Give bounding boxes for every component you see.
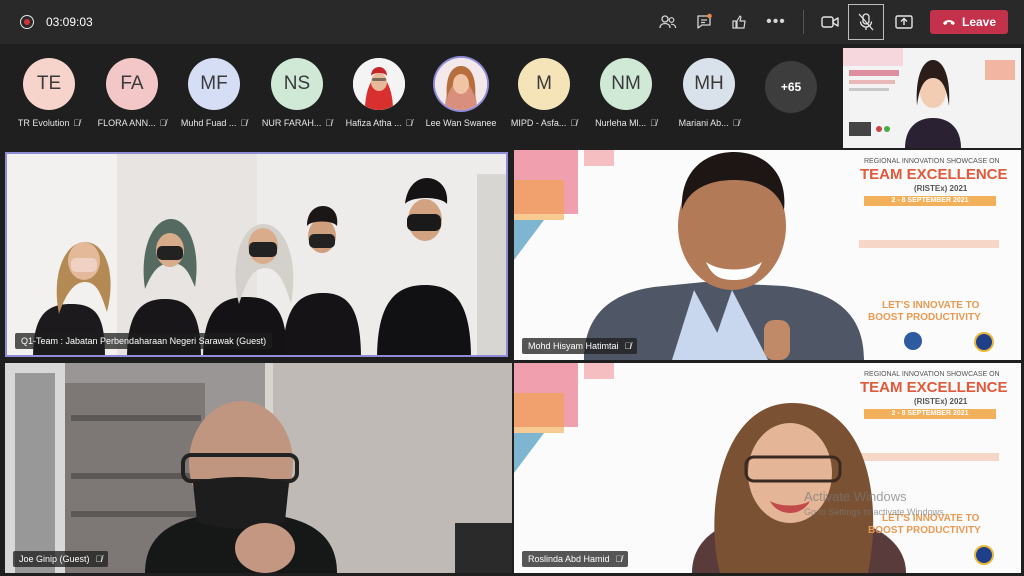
camera-button[interactable] xyxy=(816,8,844,36)
tile-label: Q1-Team : Jabatan Perbendaharaan Negeri … xyxy=(15,333,273,349)
video-tile-roslinda[interactable]: REGIONAL INNOVATION SHOWCASE ON TEAM EXC… xyxy=(514,363,1021,573)
avatar: M xyxy=(518,58,570,110)
banner-subtitle: (RISTEx) 2021 xyxy=(914,397,968,406)
share-icon xyxy=(895,15,913,29)
activate-windows-subtitle: Go to Settings to activate Windows. xyxy=(804,507,947,517)
mic-off-icon: 🎙̸ xyxy=(570,118,578,128)
participant-name: Nurleha Ml... xyxy=(595,118,647,128)
mic-off-icon: 🎙̸ xyxy=(95,554,103,564)
avatar: MH xyxy=(683,58,735,110)
participant-name: TR Evolution xyxy=(17,118,70,128)
participant-mariani[interactable]: MH Mariani Ab... 🎙̸ xyxy=(669,58,749,128)
participant-nur-farah[interactable]: NS NUR FARAH... 🎙̸ xyxy=(257,58,337,128)
avatar: NM xyxy=(600,58,652,110)
video-tile-mohd-hisyam[interactable]: REGIONAL INNOVATION SHOWCASE ON TEAM EXC… xyxy=(514,150,1021,360)
leave-label: Leave xyxy=(961,15,997,29)
mic-off-icon: 🎙̸ xyxy=(325,118,333,128)
more-options-button[interactable]: ••• xyxy=(762,8,790,36)
banner-title: TEAM EXCELLENCE xyxy=(860,166,1008,183)
mic-off-icon: 🎙̸ xyxy=(732,118,740,128)
avatar: MF xyxy=(188,58,240,110)
recording-icon xyxy=(20,15,34,29)
banner-dates: 2 - 8 SEPTEMBER 2021 xyxy=(864,409,996,419)
participant-tr-evolution[interactable]: TE TR Evolution 🎙̸ xyxy=(9,58,89,128)
banner-tagline-2: BOOST PRODUCTIVITY xyxy=(868,312,981,323)
self-video-preview[interactable] xyxy=(843,48,1021,148)
avatar: FA xyxy=(106,58,158,110)
leave-button[interactable]: Leave xyxy=(930,10,1008,34)
participant-name: Joe Ginip (Guest) xyxy=(19,554,90,564)
avatar-photo xyxy=(353,58,405,110)
banner-title: TEAM EXCELLENCE xyxy=(860,379,1008,396)
meeting-toolbar: 03:09:03 ••• Leave xyxy=(0,0,1024,44)
logo xyxy=(974,545,994,565)
participant-mipd[interactable]: M MIPD - Asfa... 🎙̸ xyxy=(504,58,584,128)
participant-name: MIPD - Asfa... xyxy=(510,118,567,128)
participant-name: Hafiza Atha ... xyxy=(345,118,402,128)
mic-off-icon: 🎙̸ xyxy=(159,118,167,128)
mic-off-icon: 🎙̸ xyxy=(650,118,657,128)
mic-button[interactable] xyxy=(848,4,884,40)
chat-icon xyxy=(697,13,712,29)
camera-icon xyxy=(821,16,839,28)
mic-off-icon: 🎙̸ xyxy=(73,118,81,128)
hang-up-icon xyxy=(942,20,955,25)
participant-name: Lee Wan Swanee xyxy=(425,118,497,128)
mic-off-icon: 🎙̸ xyxy=(240,118,248,128)
reactions-icon xyxy=(732,15,746,29)
participant-muhd-fuad[interactable]: MF Muhd Fuad ... 🎙̸ xyxy=(174,58,254,128)
more-icon: ••• xyxy=(766,13,786,30)
participant-nurleha[interactable]: NM Nurleha Ml... 🎙̸ xyxy=(586,58,666,128)
video-tile-q1-team[interactable]: Q1-Team : Jabatan Perbendaharaan Negeri … xyxy=(5,152,508,357)
banner-kicker: REGIONAL INNOVATION SHOWCASE ON xyxy=(864,158,1000,165)
participant-lee-wan-swanee[interactable]: Lee Wan Swanee xyxy=(421,58,501,128)
banner-tagline-2: BOOST PRODUCTIVITY xyxy=(868,525,981,536)
participant-hafiza[interactable]: Hafiza Atha ... 🎙̸ xyxy=(339,58,419,128)
participant-name: FLORA ANN... xyxy=(97,118,156,128)
participant-name: Q1-Team : Jabatan Perbendaharaan Negeri … xyxy=(21,336,267,346)
meeting-timer: 03:09:03 xyxy=(46,15,93,29)
tile-label: Mohd Hisyam Hatimtai 🎙̸ xyxy=(522,338,638,354)
participant-name: Roslinda Abd Hamid xyxy=(528,554,610,564)
logo xyxy=(974,332,994,352)
mic-off-icon: 🎙̸ xyxy=(624,341,632,351)
activate-windows-title: Activate Windows xyxy=(804,489,907,504)
banner-tagline-1: LET'S INNOVATE TO xyxy=(882,300,980,311)
mic-off-icon: 🎙̸ xyxy=(405,118,413,128)
banner-kicker: REGIONAL INNOVATION SHOWCASE ON xyxy=(864,371,1000,378)
participant-name: Mariani Ab... xyxy=(678,118,729,128)
participant-name: NUR FARAH... xyxy=(261,118,322,128)
banner-subtitle: (RISTEx) 2021 xyxy=(914,184,968,193)
video-tile-joe-ginip[interactable]: Joe Ginip (Guest) 🎙̸ xyxy=(5,363,512,573)
video-feed xyxy=(7,154,506,355)
logo xyxy=(904,332,922,350)
avatar: NS xyxy=(271,58,323,110)
participant-name: Mohd Hisyam Hatimtai xyxy=(528,341,619,351)
video-feed xyxy=(5,363,512,573)
avatar: TE xyxy=(23,58,75,110)
mic-off-icon xyxy=(858,13,874,31)
participant-flora[interactable]: FA FLORA ANN... 🎙̸ xyxy=(92,58,172,128)
tile-label: Roslinda Abd Hamid 🎙̸ xyxy=(522,551,629,567)
people-icon xyxy=(659,15,677,29)
reactions-button[interactable] xyxy=(726,8,754,36)
banner-dates: 2 - 8 SEPTEMBER 2021 xyxy=(864,196,996,206)
more-participants-button[interactable]: +65 xyxy=(765,61,817,113)
toolbar-divider xyxy=(803,10,804,34)
avatar-photo xyxy=(435,58,487,110)
chat-button[interactable] xyxy=(690,8,718,36)
participant-name: Muhd Fuad ... xyxy=(180,118,237,128)
tile-label: Joe Ginip (Guest) 🎙̸ xyxy=(13,551,109,567)
mic-off-icon: 🎙̸ xyxy=(615,554,623,564)
share-button[interactable] xyxy=(890,8,918,36)
people-button[interactable] xyxy=(654,8,682,36)
